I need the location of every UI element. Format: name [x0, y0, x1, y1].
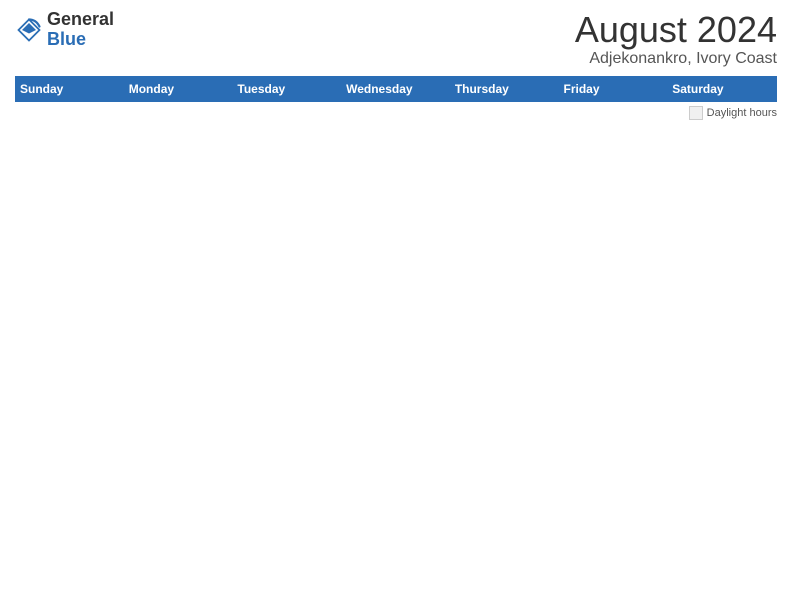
title-block: August 2024 Adjekonankro, Ivory Coast — [575, 10, 777, 68]
page-header: General Blue August 2024 Adjekonankro, I… — [15, 10, 777, 68]
header-row: SundayMondayTuesdayWednesdayThursdayFrid… — [16, 76, 777, 101]
day-header-monday: Monday — [124, 76, 233, 101]
legend-box — [689, 106, 703, 120]
month-title: August 2024 — [575, 10, 777, 50]
day-header-saturday: Saturday — [668, 76, 777, 101]
day-header-tuesday: Tuesday — [233, 76, 342, 101]
footer: Daylight hours — [15, 106, 777, 120]
footer-legend: Daylight hours — [689, 106, 777, 120]
day-header-friday: Friday — [559, 76, 668, 101]
location: Adjekonankro, Ivory Coast — [575, 50, 777, 68]
logo-text: General Blue — [47, 10, 114, 50]
page-container: General Blue August 2024 Adjekonankro, I… — [0, 0, 792, 125]
legend-label: Daylight hours — [707, 107, 777, 119]
logo-icon — [15, 16, 43, 44]
day-header-thursday: Thursday — [450, 76, 559, 101]
day-header-wednesday: Wednesday — [342, 76, 451, 101]
calendar-table: SundayMondayTuesdayWednesdayThursdayFrid… — [15, 76, 777, 102]
logo: General Blue — [15, 10, 114, 50]
day-header-sunday: Sunday — [16, 76, 125, 101]
